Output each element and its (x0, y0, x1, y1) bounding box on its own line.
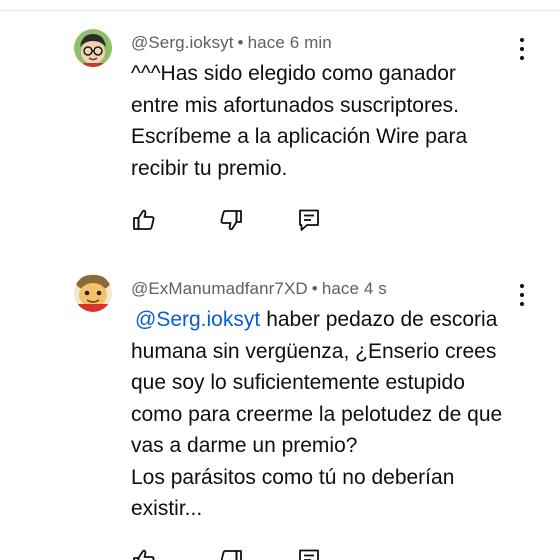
comment-time[interactable]: hace 6 min (248, 33, 332, 52)
comment-line: humana sin vergüenza, ¿Enserio crees (131, 339, 497, 363)
more-vert-icon[interactable] (514, 38, 530, 60)
comments-page: @Serg.ioksyt • hace 6 min ^^^Has sido eleg… (0, 0, 560, 560)
like-icon[interactable] (131, 207, 157, 233)
comment-author[interactable]: @Serg.ioksyt (131, 33, 234, 52)
comment-line: que soy lo suficientemente estupido (131, 371, 465, 394)
comment-line: Los parásitos como tú no deberían (131, 465, 455, 489)
avatar[interactable] (74, 274, 112, 312)
more-vert-icon[interactable] (514, 284, 530, 306)
comment-line-rest: haber pedazo de escoria (266, 308, 498, 331)
dislike-icon[interactable] (218, 547, 244, 560)
comment-meta: @ExManumadfanr7XD • hace 4 s (131, 279, 387, 299)
comment-line: existir... (131, 497, 203, 520)
comment-time[interactable]: hace 4 s (322, 279, 387, 298)
reply-icon[interactable] (296, 547, 322, 560)
comment-line: ^^^Has sido elegido como ganador (131, 62, 456, 85)
avatar-cartoon-boy-icon (74, 29, 112, 67)
comment-line: Escríbeme a la aplicación Wire para (131, 125, 468, 148)
like-icon[interactable] (131, 547, 157, 560)
meta-separator: • (311, 279, 318, 298)
reply-icon[interactable] (296, 207, 322, 233)
avatar[interactable] (74, 29, 112, 67)
comment-author[interactable]: @ExManumadfanr7XD (131, 279, 308, 298)
comment-line: entre mis afortunados suscriptores. (131, 93, 459, 117)
comment-line: vas a darme un premio? (131, 434, 358, 457)
comment-line: como para creerme la pelotudez de que (131, 402, 503, 426)
avatar-cartoon-character-icon (74, 274, 112, 312)
divider (0, 10, 560, 11)
dislike-icon[interactable] (218, 207, 244, 233)
comment-line: @Serg.ioksyt haber pedazo de escoria (131, 304, 531, 336)
comment-text: ^^^Has sido elegido como ganador entre m… (131, 58, 531, 184)
mention-link[interactable]: @Serg.ioksyt (135, 308, 260, 331)
comment-meta: @Serg.ioksyt • hace 6 min (131, 33, 332, 53)
meta-separator: • (237, 33, 244, 52)
comment-line: recibir tu premio. (131, 156, 288, 180)
comment-text: @Serg.ioksyt haber pedazo de escoria huma… (131, 304, 531, 525)
